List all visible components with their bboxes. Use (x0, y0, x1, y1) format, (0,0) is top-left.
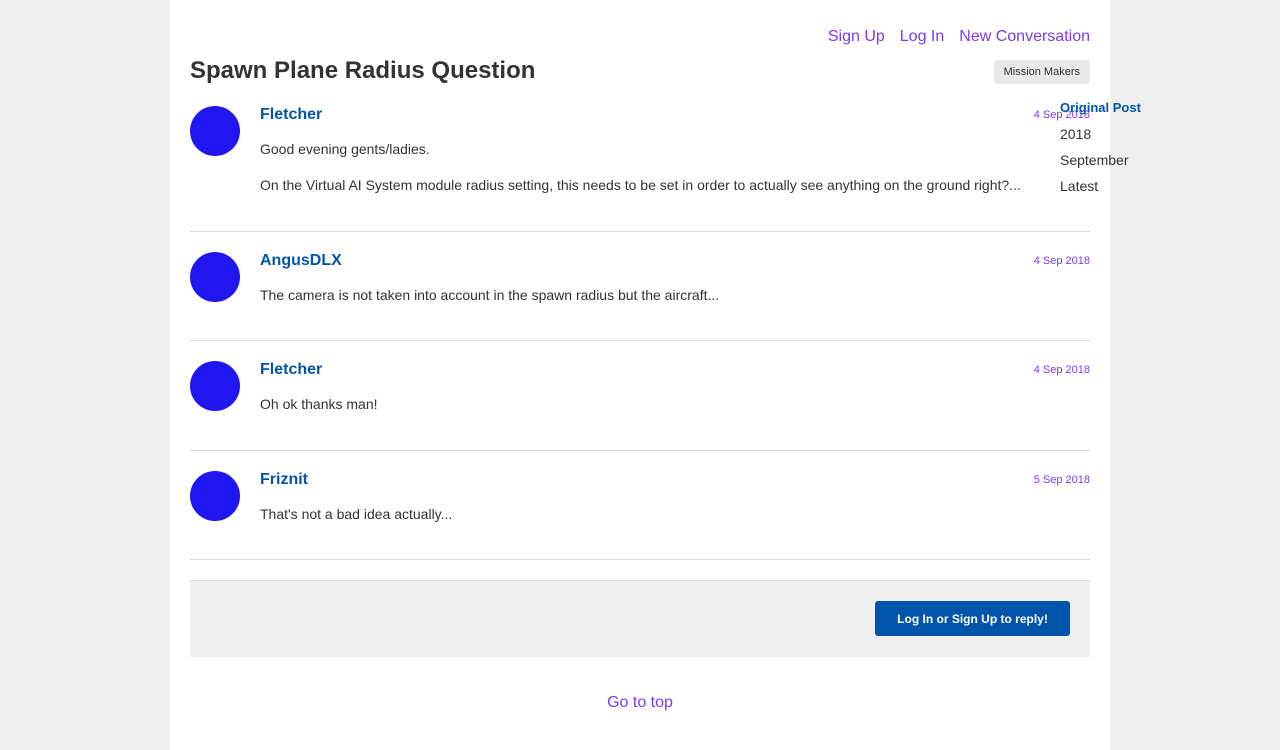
tag-badge[interactable]: Mission Makers (993, 60, 1090, 84)
scrubber-latest[interactable]: Latest (1060, 178, 1141, 204)
post-author[interactable]: Friznit (260, 471, 308, 489)
scrubber-original-post[interactable]: Original Post (1060, 100, 1141, 126)
post-paragraph: Oh ok thanks man! (260, 396, 378, 412)
timeline-scrubber: Original Post 2018 September Latest (1060, 100, 1141, 204)
post: Friznit 5 Sep 2018 That's not a bad idea… (190, 471, 1090, 560)
page-container: Sign Up Log In New Conversation Spawn Pl… (170, 0, 1110, 750)
post: AngusDLX 4 Sep 2018 The camera is not ta… (190, 252, 1090, 341)
go-to-top-link[interactable]: Go to top (170, 694, 1110, 712)
new-conversation-link[interactable]: New Conversation (959, 28, 1090, 46)
post-date[interactable]: 4 Sep 2018 (1034, 255, 1090, 267)
login-to-reply-button[interactable]: Log In or Sign Up to reply! (875, 601, 1070, 636)
page-title: Spawn Plane Radius Question (190, 57, 536, 84)
avatar[interactable] (190, 471, 240, 521)
post-author[interactable]: Fletcher (260, 361, 322, 379)
sign-up-link[interactable]: Sign Up (828, 28, 885, 46)
avatar[interactable] (190, 361, 240, 411)
post-paragraph: On the Virtual AI System module radius s… (260, 177, 1021, 193)
post-body: Good evening gents/ladies. On the Virtua… (260, 140, 1050, 212)
post-paragraph: That's not a bad idea actually... (260, 506, 453, 522)
post-body: That's not a bad idea actually... (260, 505, 1050, 541)
post-paragraph: The camera is not taken into account in … (260, 287, 720, 303)
reply-bar: Log In or Sign Up to reply! (190, 580, 1090, 657)
avatar[interactable] (190, 252, 240, 302)
post-author[interactable]: Fletcher (260, 106, 322, 124)
post-body: Oh ok thanks man! (260, 395, 1050, 431)
avatar[interactable] (190, 106, 240, 156)
scrubber-month[interactable]: September (1060, 152, 1141, 178)
post-paragraph: Good evening gents/ladies. (260, 141, 430, 157)
post-author[interactable]: AngusDLX (260, 252, 342, 270)
post: Fletcher 4 Sep 2018 Good evening gents/l… (190, 106, 1090, 232)
post-date[interactable]: 4 Sep 2018 (1034, 364, 1090, 376)
scrubber-year[interactable]: 2018 (1060, 126, 1141, 152)
post-date[interactable]: 5 Sep 2018 (1034, 474, 1090, 486)
post: Fletcher 4 Sep 2018 Oh ok thanks man! (190, 361, 1090, 451)
post-body: The camera is not taken into account in … (260, 286, 1050, 322)
top-nav: Sign Up Log In New Conversation (828, 28, 1090, 46)
log-in-link[interactable]: Log In (900, 28, 944, 46)
